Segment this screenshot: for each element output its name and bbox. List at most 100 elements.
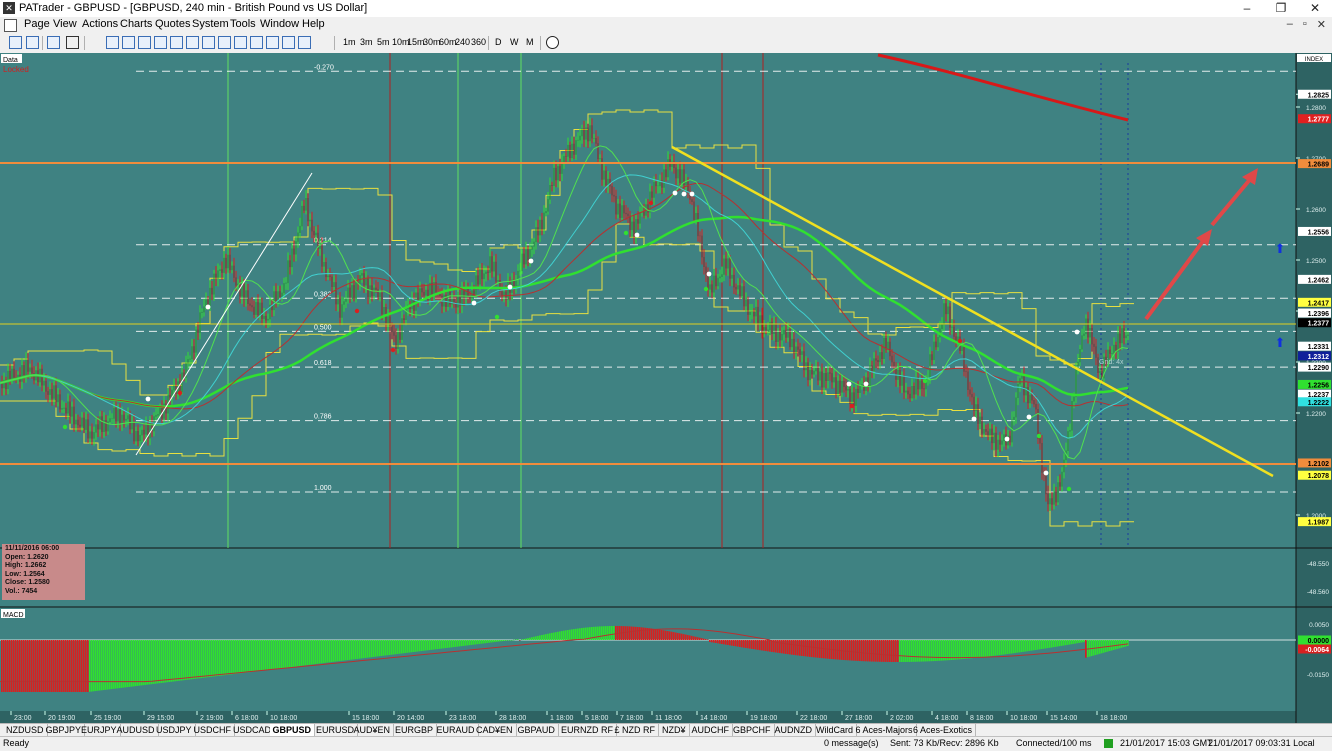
macd-bar [545, 634, 547, 640]
draw-gann-icon[interactable] [218, 36, 231, 49]
macd-bar [117, 640, 119, 689]
clock-icon[interactable] [546, 36, 559, 49]
timeframe-daily[interactable]: D [495, 37, 502, 47]
symbol-tab-gbpchf[interactable]: GBPCHF [730, 724, 775, 736]
symbol-tab-gbpusd[interactable]: GBPUSD [269, 724, 316, 736]
symbol-tab-audnzd[interactable]: AUDNZD [772, 724, 816, 736]
symbol-tab-nzd-[interactable]: NZD¥ [659, 724, 690, 736]
symbol-tab-usdcad[interactable]: USDCAD [230, 724, 276, 736]
timeframe-30m[interactable]: 30m [423, 37, 441, 47]
macd-bar [663, 630, 665, 640]
zoom-out-icon[interactable] [26, 36, 39, 49]
macd-bar [867, 640, 869, 662]
menu-system[interactable]: System [192, 18, 229, 30]
price-chart-svg[interactable]: -0.2700.2140.3820.5000.6180.7861.000 ⬆ ⬆… [0, 53, 1332, 723]
timeframe-240[interactable]: 240 [455, 37, 470, 47]
symbol-tab-eurnzd-rf[interactable]: EURNZD RF [558, 724, 617, 736]
timeframe-3m[interactable]: 3m [360, 37, 373, 47]
symbol-tab-usdjpy[interactable]: USDJPY [153, 724, 196, 736]
macd-bar [973, 640, 975, 659]
macd-bar [49, 640, 51, 692]
symbol-tab-cad-en[interactable]: CAD¥EN [473, 724, 517, 736]
chart-area[interactable]: -0.270 0.214 0.382 0.500 0.618 0.786 1.000 ⬆ ⬆… [0, 53, 1332, 723]
macd-bar [1, 640, 3, 692]
timeframe-monthly[interactable]: M [526, 37, 534, 47]
macd-bar [191, 640, 193, 680]
macd-bar [393, 640, 395, 655]
symbol-tab-aud-en[interactable]: AUD¥EN [351, 724, 395, 736]
menu-window[interactable]: Window [260, 18, 299, 30]
symbol-tab-6-aces-majors[interactable]: 6 Aces-Majors [853, 724, 917, 736]
macd-bar [329, 640, 331, 663]
symbol-tab-euraud[interactable]: EURAUD [434, 724, 479, 736]
mdi-minimize-button[interactable]: – [1287, 18, 1293, 31]
more-tools-icon[interactable] [314, 36, 327, 49]
draw-fibonacci-icon[interactable] [170, 36, 183, 49]
draw-fib-time-icon[interactable] [234, 36, 247, 49]
macd-bar [209, 640, 211, 678]
macd-bar [299, 640, 301, 666]
symbol-tab-audusd[interactable]: AUDUSD [114, 724, 159, 736]
draw-pitchfork-icon[interactable] [250, 36, 263, 49]
minimize-button[interactable]: – [1230, 0, 1264, 17]
close-button[interactable]: ✕ [1298, 0, 1332, 17]
macd-bar [509, 640, 511, 641]
menu-page[interactable]: Page [24, 18, 50, 30]
timeframe-15m[interactable]: 15m [407, 37, 425, 47]
macd-bar [671, 631, 673, 640]
symbol-tab-wildcard[interactable]: WildCard [813, 724, 858, 736]
macd-bar [851, 640, 853, 661]
macd-bar [783, 640, 785, 654]
macd-bar [297, 640, 299, 667]
symbol-tab--nzd-rf[interactable]: £ NZD RF [612, 724, 659, 736]
macd-bar [1043, 640, 1045, 649]
menu-help[interactable]: Help [302, 18, 325, 30]
symbol-tab-usdchf[interactable]: USDCHF [191, 724, 235, 736]
signal-dot [354, 308, 360, 314]
maximize-button[interactable]: ❐ [1264, 0, 1298, 17]
chart-icon[interactable] [47, 36, 60, 49]
symbol-tab-nzdusd[interactable]: NZDUSD [3, 724, 48, 736]
macd-bar [1055, 640, 1057, 647]
macd-bar [1025, 640, 1027, 652]
macd-bar [307, 640, 309, 666]
symbol-tab-audchf[interactable]: AUDCHF [689, 724, 733, 736]
mdi-close-button[interactable]: ✕ [1317, 18, 1326, 31]
macd-bar [37, 640, 39, 692]
macd-bar [565, 630, 567, 640]
timeframe-1m[interactable]: 1m [343, 37, 356, 47]
timeframe-60m[interactable]: 60m [439, 37, 457, 47]
draw-arrow-icon[interactable] [298, 36, 311, 49]
timeframe-5m[interactable]: 5m [377, 37, 390, 47]
draw-arc-icon[interactable] [266, 36, 279, 49]
draw-horizontal-line-icon[interactable] [106, 36, 119, 49]
symbol-tab-gbpaud[interactable]: GBPAUD [515, 724, 559, 736]
macd-bar [703, 638, 705, 640]
menu-tools[interactable]: Tools [230, 18, 256, 30]
macd-bar [795, 640, 797, 656]
macd-bar [451, 640, 453, 648]
draw-trendline-icon[interactable] [138, 36, 151, 49]
zoom-in-icon[interactable] [9, 36, 22, 49]
timeframe-360[interactable]: 360 [471, 37, 486, 47]
macd-bar [155, 640, 157, 684]
cursor-icon[interactable] [90, 36, 103, 49]
timeframe-weekly[interactable]: W [510, 37, 519, 47]
macd-bar [401, 640, 403, 654]
mdi-restore-button[interactable]: ▫ [1303, 18, 1307, 31]
macd-bar [41, 640, 43, 692]
draw-text-icon[interactable] [282, 36, 295, 49]
menu-actions[interactable]: Actions [82, 18, 118, 30]
draw-fib-extension-icon[interactable] [186, 36, 199, 49]
macd-bar [961, 640, 963, 660]
macd-bar [713, 640, 715, 643]
menu-charts[interactable]: Charts [120, 18, 152, 30]
menu-view[interactable]: View [53, 18, 77, 30]
draw-rectangle-icon[interactable] [202, 36, 215, 49]
draw-vertical-line-icon[interactable] [122, 36, 135, 49]
draw-channel-icon[interactable] [154, 36, 167, 49]
symbol-tab-eurgbp[interactable]: EURGBP [392, 724, 438, 736]
crosshair-icon[interactable] [66, 36, 79, 49]
symbol-tab-6-aces-exotics[interactable]: 6 Aces-Exotics [910, 724, 977, 736]
menu-quotes[interactable]: Quotes [155, 18, 190, 30]
